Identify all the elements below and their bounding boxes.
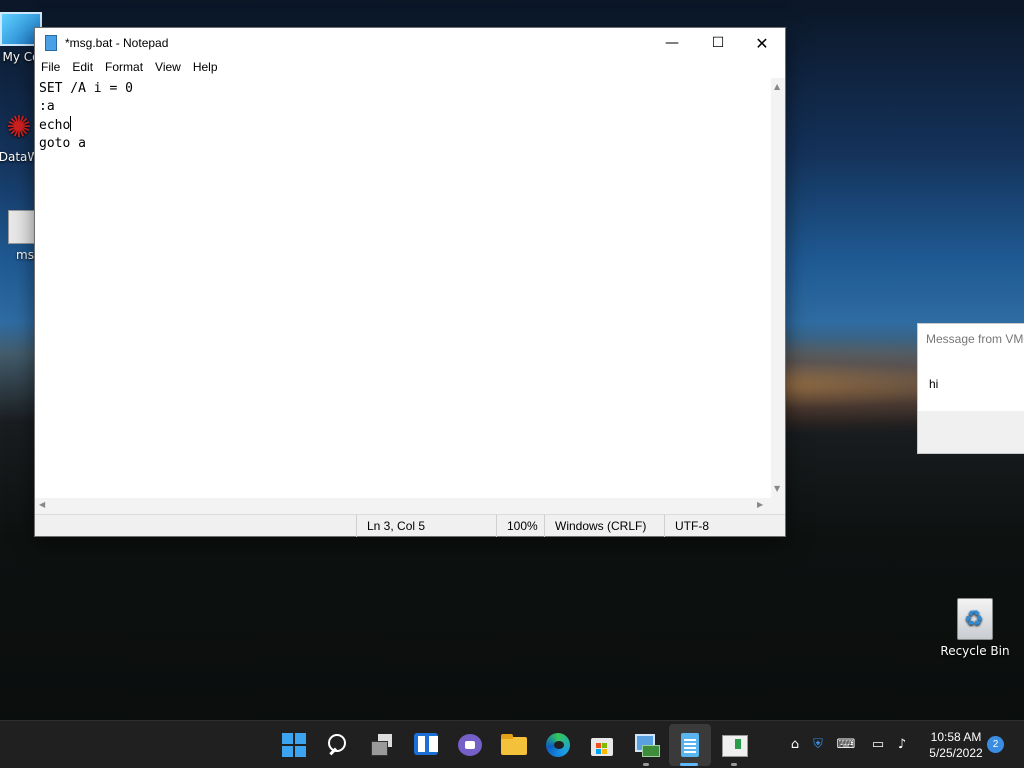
clock-date: 5/25/2022 (929, 746, 983, 760)
editor-line: SET /A i = 0 (39, 81, 133, 96)
vertical-scrollbar[interactable]: ▲ ▼ (771, 78, 785, 498)
menu-bar: File Edit Format View Help (35, 58, 224, 78)
scroll-left-icon[interactable]: ◀ (39, 500, 45, 509)
notification-badge[interactable]: 2 (987, 736, 1004, 753)
status-cursor-position: Ln 3, Col 5 (356, 515, 496, 537)
desktop-icon-label: ms (16, 248, 34, 262)
notepad-taskbar-icon[interactable] (676, 731, 704, 759)
status-encoding: UTF-8 (664, 515, 785, 537)
task-view-icon[interactable] (368, 731, 396, 759)
widgets-icon[interactable] (412, 731, 440, 759)
windows-logo-icon (282, 733, 293, 744)
windows-logo-icon (282, 746, 293, 757)
running-indicator (731, 763, 737, 766)
message-box-title: Message from VM0 (926, 332, 1024, 346)
message-box-footer (918, 411, 1024, 453)
keyboard-icon[interactable]: ⌨ (836, 735, 856, 755)
menu-help[interactable]: Help (187, 58, 224, 78)
recycle-bin-icon (957, 598, 993, 640)
volume-icon[interactable]: ♪ (892, 735, 912, 755)
menu-edit[interactable]: Edit (66, 58, 99, 78)
notepad-icon (45, 35, 57, 51)
desktop-icon-label: Recycle Bin (940, 644, 1010, 658)
close-button[interactable]: ✕ (739, 28, 785, 58)
editor-line: :a (39, 99, 55, 114)
message-box: Message from VM0 hi (917, 323, 1024, 454)
running-indicator (643, 763, 649, 766)
edge-browser-icon[interactable] (544, 731, 572, 759)
menu-view[interactable]: View (149, 58, 187, 78)
windows-logo-icon (295, 733, 306, 744)
windows-logo-icon (295, 746, 306, 757)
taskbar: ⌂ ⛨ ⌨ ▭ ♪ 10:58 AM 5/25/2022 (0, 720, 1024, 768)
chat-icon[interactable] (456, 731, 484, 759)
notepad-window: *msg.bat - Notepad — ☐ ✕ File Edit Forma… (34, 27, 786, 537)
editor-line: goto a (39, 136, 86, 151)
status-zoom: 100% (496, 515, 544, 537)
text-editor[interactable]: SET /A i = 0 :a echo goto a (35, 78, 771, 498)
clock-time: 10:58 AM (930, 730, 982, 744)
network-app-icon[interactable] (632, 731, 660, 759)
menu-file[interactable]: File (35, 58, 66, 78)
minimize-button[interactable]: — (649, 28, 695, 58)
start-button[interactable] (280, 731, 308, 759)
window-title: *msg.bat - Notepad (65, 36, 169, 50)
scroll-right-icon[interactable]: ▶ (757, 500, 763, 509)
editor-line-current: echo (39, 116, 767, 135)
text-caret (70, 116, 72, 131)
scroll-up-icon[interactable]: ▲ (774, 82, 780, 91)
active-indicator (680, 763, 698, 766)
scrollbar-corner (771, 498, 785, 514)
display-off-icon[interactable]: ⌂ (785, 735, 805, 755)
status-line-ending: Windows (CRLF) (544, 515, 664, 537)
clock[interactable]: 10:58 AM 5/25/2022 (918, 729, 994, 761)
search-icon[interactable] (324, 731, 352, 759)
editor-line-text: echo (39, 118, 71, 133)
horizontal-scrollbar[interactable]: ◀ ▶ (35, 498, 771, 514)
network-icon[interactable]: ▭ (868, 735, 888, 755)
security-warning-icon[interactable]: ⛨ (808, 735, 828, 755)
maximize-button[interactable]: ☐ (695, 28, 741, 58)
menu-format[interactable]: Format (99, 58, 149, 78)
app-window-icon[interactable] (720, 731, 748, 759)
scroll-down-icon[interactable]: ▼ (774, 484, 780, 493)
file-explorer-icon[interactable] (500, 731, 528, 759)
desktop-icon-recycle-bin[interactable]: Recycle Bin (940, 598, 1010, 658)
store-icon[interactable] (588, 731, 616, 759)
status-bar: Ln 3, Col 5 100% Windows (CRLF) UTF-8 (35, 514, 785, 537)
message-box-text: hi (929, 377, 939, 391)
